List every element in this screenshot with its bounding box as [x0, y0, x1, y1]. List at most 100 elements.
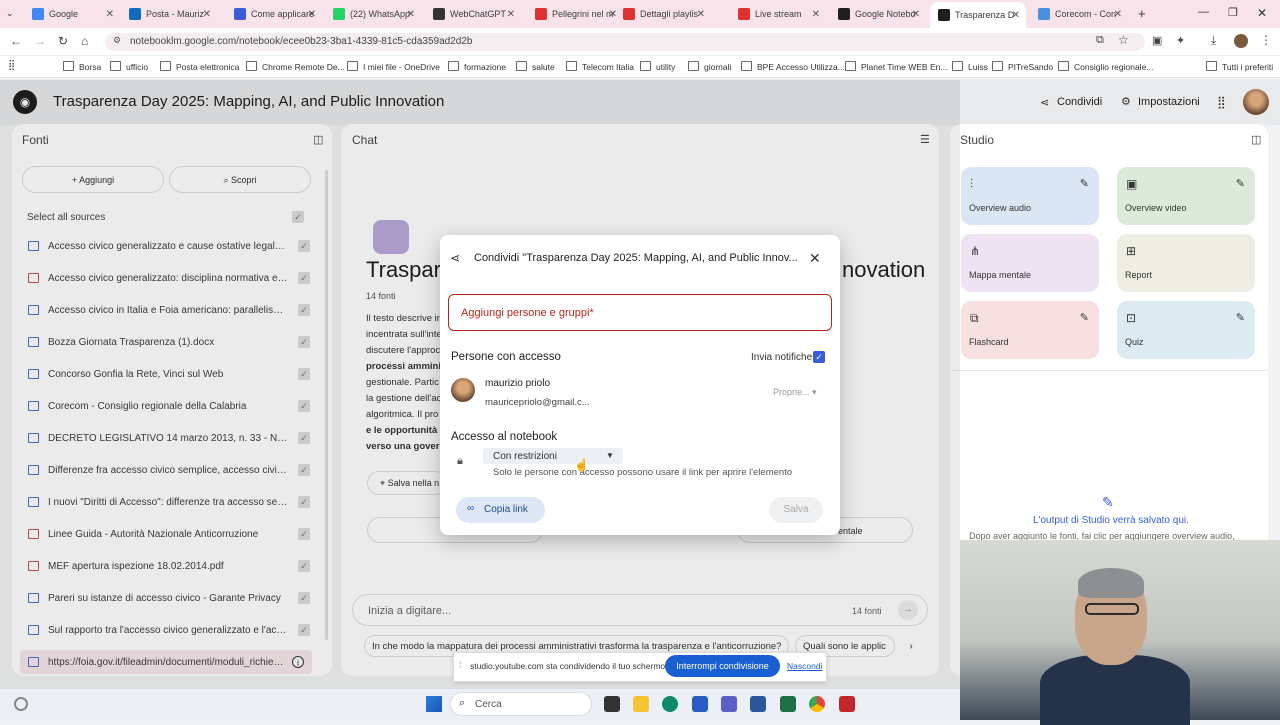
- bookmark-item[interactable]: Luiss: [952, 61, 988, 72]
- edit-icon[interactable]: ✎: [1236, 311, 1245, 324]
- apps-icon[interactable]: ⣿: [1217, 95, 1226, 109]
- browser-tab[interactable]: Google Notebo ✕: [830, 4, 926, 24]
- bookmark-item[interactable]: PITreSando: [992, 61, 1053, 72]
- back-icon[interactable]: ←: [10, 34, 22, 48]
- close-icon[interactable]: ✕: [809, 250, 821, 267]
- menu-dots-icon[interactable]: ⋮: [1260, 33, 1272, 47]
- studio-card[interactable]: ⋔ Mappa mentale: [961, 234, 1099, 292]
- taskbar-search[interactable]: Cerca: [450, 692, 592, 716]
- studio-card[interactable]: ⫶ ✎ Overview audio: [961, 167, 1099, 225]
- chevron-down-icon: ▼: [606, 451, 614, 460]
- browser-tab[interactable]: Come applicare ✕: [226, 4, 322, 24]
- edit-icon[interactable]: ✎: [1080, 311, 1089, 324]
- word-icon[interactable]: [750, 696, 766, 712]
- browser-tab[interactable]: WebChatGPT ✕: [425, 4, 521, 24]
- lock-icon: 🔒︎: [457, 455, 463, 467]
- user-email: mauricepriolo@gmail.c...: [485, 397, 590, 408]
- settings-button[interactable]: Impostazioni: [1138, 96, 1200, 108]
- browser-tab[interactable]: Pellegrini nel m ✕: [527, 4, 623, 24]
- install-icon[interactable]: ⧉: [1096, 34, 1104, 47]
- account-avatar[interactable]: [1243, 89, 1269, 115]
- store-icon[interactable]: [692, 696, 708, 712]
- download-icon[interactable]: ⤓: [1211, 33, 1216, 48]
- studio-card[interactable]: ⊞ Report: [1117, 234, 1255, 292]
- close-tab-icon[interactable]: ✕: [407, 9, 415, 20]
- home-icon[interactable]: ⌂: [81, 34, 88, 48]
- bookmark-item[interactable]: Chrome Remote De...: [246, 61, 345, 72]
- maximize-icon[interactable]: ❐: [1228, 6, 1238, 19]
- excel-icon[interactable]: [780, 696, 796, 712]
- mouse-cursor-icon: ☝: [574, 458, 589, 472]
- stop-sharing-button[interactable]: Interrompi condivisione: [665, 655, 780, 677]
- close-tab-icon[interactable]: ✕: [812, 9, 820, 20]
- bookmark-star-icon[interactable]: ☆: [1118, 33, 1129, 47]
- browser-tab[interactable]: Dettagli playlis ✕: [615, 4, 711, 24]
- hide-link[interactable]: Nascondi: [787, 661, 822, 671]
- notify-checkbox[interactable]: ✓: [813, 351, 825, 363]
- new-tab-button[interactable]: +: [1138, 6, 1146, 21]
- app-icon[interactable]: [839, 696, 855, 712]
- url-input[interactable]: notebooklm.google.com/notebook/ecee0b23-…: [105, 33, 1145, 51]
- close-tab-icon[interactable]: ✕: [1114, 9, 1122, 20]
- extension-icon[interactable]: ▣: [1152, 34, 1162, 47]
- favicon-icon: [433, 8, 445, 20]
- user-role-select[interactable]: Proprie... ▾: [773, 387, 817, 398]
- task-view-icon[interactable]: [604, 696, 620, 712]
- close-tab-icon[interactable]: ✕: [697, 9, 705, 20]
- bookmark-item[interactable]: Consiglio regionale...: [1058, 61, 1153, 72]
- bookmark-item[interactable]: Planet Time WEB En...: [845, 61, 947, 72]
- file-explorer-icon[interactable]: [633, 696, 649, 712]
- access-level-select[interactable]: Con restrizioni: [483, 448, 623, 464]
- browser-tab[interactable]: (22) WhatsApp ✕: [325, 4, 421, 24]
- browser-tab[interactable]: Corecom - Con ✕: [1030, 4, 1128, 24]
- share-button[interactable]: Condividi: [1057, 96, 1102, 108]
- drag-handle-icon[interactable]: ⁞: [459, 660, 462, 670]
- chrome-icon[interactable]: [809, 696, 825, 712]
- teams-icon[interactable]: [721, 696, 737, 712]
- close-tab-icon[interactable]: ✕: [912, 9, 920, 20]
- studio-card[interactable]: ⧉ ✎ Flashcard: [961, 301, 1099, 359]
- edge-icon[interactable]: [662, 696, 678, 712]
- studio-output-title: L'output di Studio verrà salvato qui.: [1033, 515, 1189, 526]
- bookmark-item[interactable]: formazione: [448, 61, 506, 72]
- favicon-icon: [838, 8, 850, 20]
- bookmark-item[interactable]: Borsa: [63, 61, 101, 72]
- minimize-icon[interactable]: —: [1198, 6, 1209, 18]
- bookmark-item[interactable]: ufficio: [110, 61, 148, 72]
- widgets-icon[interactable]: [14, 697, 28, 711]
- apps-grid-icon[interactable]: ⣿: [8, 60, 15, 71]
- browser-tab[interactable]: Trasparenza D ✕: [930, 2, 1026, 28]
- studio-card[interactable]: ▣ ✎ Overview video: [1117, 167, 1255, 225]
- puzzle-icon[interactable]: ✦: [1176, 34, 1185, 47]
- add-people-input[interactable]: Aggiungi persone e gruppi*: [448, 294, 832, 331]
- reload-icon[interactable]: ↻: [58, 34, 68, 48]
- browser-tab[interactable]: Posta - Mauriz ✕: [121, 4, 217, 24]
- close-tab-icon[interactable]: ✕: [1012, 10, 1020, 21]
- close-tab-icon[interactable]: ✕: [507, 9, 515, 20]
- browser-tab[interactable]: Live stream ✕: [730, 4, 826, 24]
- windows-start-icon[interactable]: [426, 696, 442, 712]
- bookmark-item[interactable]: Posta elettronica: [160, 61, 239, 72]
- close-tab-icon[interactable]: ✕: [203, 9, 211, 20]
- close-window-icon[interactable]: ✕: [1257, 6, 1267, 20]
- save-button[interactable]: Salva: [769, 497, 823, 523]
- browser-tab[interactable]: Google ✕: [24, 4, 120, 24]
- edit-icon[interactable]: ✎: [1236, 177, 1245, 190]
- webcam-person-hair: [1078, 568, 1144, 598]
- tab-search-icon[interactable]: ⌄: [6, 8, 14, 19]
- site-info-icon[interactable]: ⚙: [113, 35, 121, 46]
- bookmark-item[interactable]: giornali: [688, 61, 731, 72]
- bookmark-item[interactable]: BPE Accesso Utilizza...: [741, 61, 845, 72]
- studio-card[interactable]: ⊡ ✎ Quiz: [1117, 301, 1255, 359]
- close-tab-icon[interactable]: ✕: [106, 9, 114, 20]
- bookmark-item[interactable]: salute: [516, 61, 555, 72]
- bookmark-item[interactable]: utility: [640, 61, 675, 72]
- bookmark-item[interactable]: Tutti i preferiti: [1206, 61, 1273, 72]
- edit-icon[interactable]: ✎: [1080, 177, 1089, 190]
- profile-avatar[interactable]: [1234, 34, 1248, 48]
- bookmark-item[interactable]: Telecom Italia: [566, 61, 634, 72]
- bookmark-item[interactable]: I miei file - OneDrive: [347, 61, 440, 72]
- forward-icon[interactable]: →: [34, 34, 46, 48]
- collapse-studio-icon[interactable]: ◫: [1251, 133, 1261, 146]
- close-tab-icon[interactable]: ✕: [308, 9, 316, 20]
